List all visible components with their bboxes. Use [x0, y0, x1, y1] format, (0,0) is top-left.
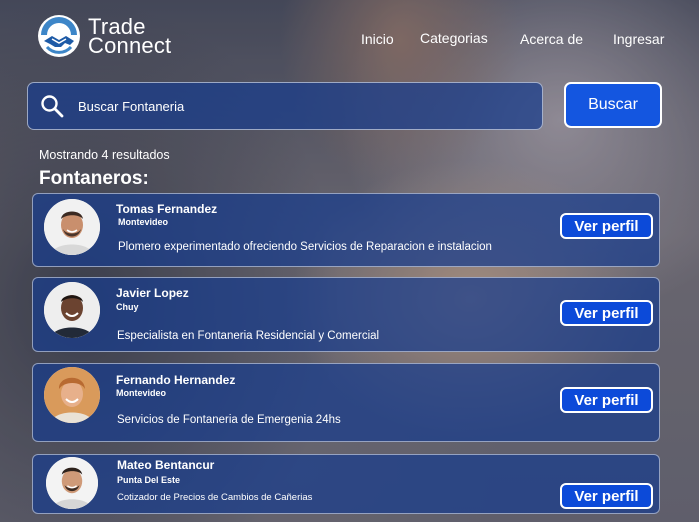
nav-acerca-de[interactable]: Acerca de [520, 31, 583, 47]
professional-card[interactable]: Fernando Hernandez Montevideo Servicios … [32, 363, 660, 442]
professional-description: Especialista en Fontaneria Residencial y… [117, 330, 380, 342]
avatar [44, 199, 100, 255]
professional-name: Tomas Fernandez [116, 202, 218, 216]
view-profile-button[interactable]: Ver perfil [560, 300, 653, 326]
view-profile-button[interactable]: Ver perfil [560, 483, 653, 509]
nav-ingresar[interactable]: Ingresar [613, 31, 664, 47]
view-profile-button[interactable]: Ver perfil [560, 213, 653, 239]
professional-name: Mateo Bentancur [117, 458, 215, 472]
professional-name: Javier Lopez [116, 286, 189, 300]
professional-card[interactable]: Javier Lopez Chuy Especialista en Fontan… [32, 277, 660, 352]
nav-categorias[interactable]: Categorias [420, 30, 488, 46]
professional-name: Fernando Hernandez [116, 373, 236, 387]
search-icon [41, 95, 64, 118]
professional-description: Plomero experimentado ofreciendo Servici… [118, 241, 492, 253]
search-button[interactable]: Buscar [564, 82, 662, 128]
brand-line2: Connect [88, 33, 172, 58]
avatar [46, 457, 98, 509]
professional-card[interactable]: Tomas Fernandez Montevideo Plomero exper… [32, 193, 660, 267]
section-title: Fontaneros: [39, 168, 149, 189]
professional-city: Montevideo [118, 217, 169, 227]
search-bar[interactable] [27, 82, 543, 130]
professional-city: Chuy [116, 302, 139, 312]
search-input[interactable] [78, 98, 542, 114]
professional-city: Montevideo [116, 388, 167, 398]
handshake-logo-icon [38, 15, 80, 57]
professional-description: Servicios de Fontaneria de Emergenia 24h… [117, 414, 341, 426]
avatar [44, 282, 100, 338]
nav-inicio[interactable]: Inicio [361, 31, 394, 47]
results-count: Mostrando 4 resultados [39, 148, 170, 162]
view-profile-button[interactable]: Ver perfil [560, 387, 653, 413]
avatar [44, 367, 100, 423]
professional-description: Cotizador de Precios de Cambios de Cañer… [117, 492, 313, 503]
brand-name: Trade Connect [88, 16, 172, 58]
professional-city: Punta Del Este [117, 475, 181, 485]
brand-logo[interactable]: Trade Connect [37, 12, 177, 60]
professional-card[interactable]: Mateo Bentancur Punta Del Este Cotizador… [32, 454, 660, 514]
